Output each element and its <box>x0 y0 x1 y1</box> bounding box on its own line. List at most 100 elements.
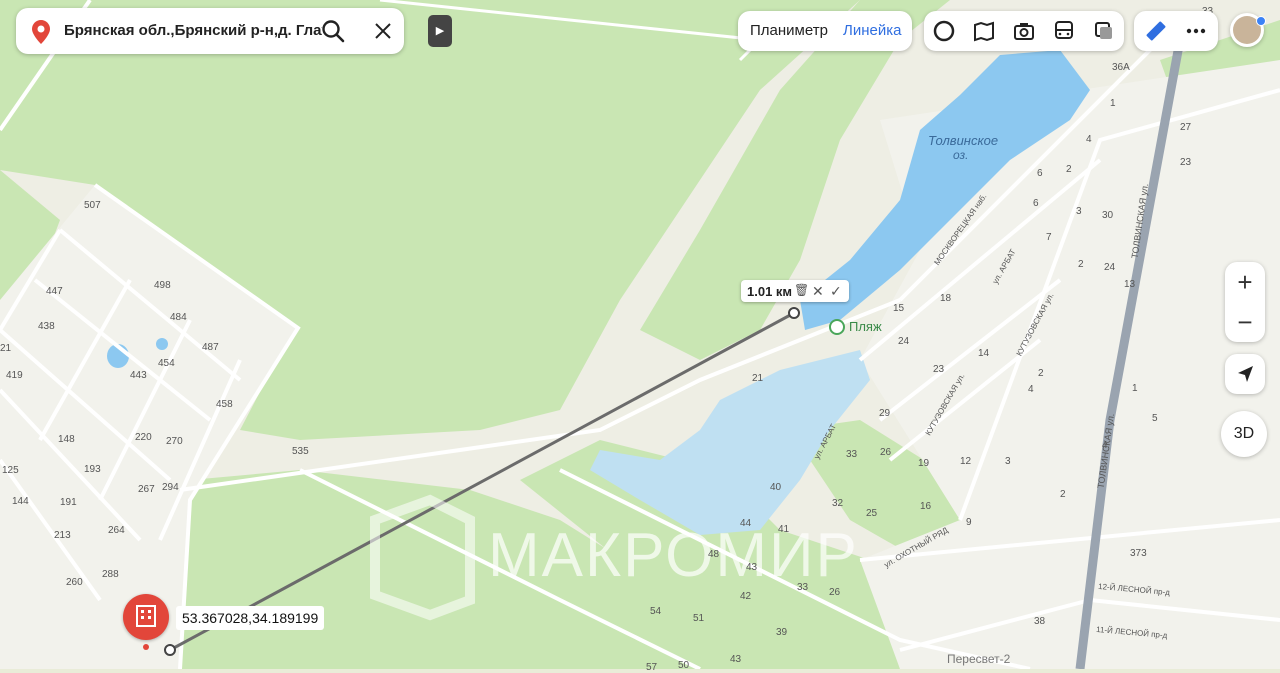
location-arrow-icon <box>1238 366 1253 382</box>
house-number: 9 <box>966 517 972 528</box>
house-number: 25 <box>866 508 878 519</box>
house-number: 535 <box>292 446 309 457</box>
zoom-controls: + − <box>1225 262 1265 342</box>
house-number: 6 <box>1037 168 1043 179</box>
close-icon[interactable]: ✕ <box>812 283 824 300</box>
measure-tools: Планиметр Линейка <box>738 11 912 51</box>
collapse-panel-button[interactable]: ▶ <box>428 15 452 47</box>
house-number: 1 <box>1110 98 1116 109</box>
house-number: 33 <box>797 582 809 593</box>
house-number: 33 <box>846 449 858 460</box>
house-number: 24 <box>1104 262 1116 273</box>
beach-icon[interactable] <box>829 319 845 335</box>
notification-dot <box>1256 16 1266 26</box>
house-number: 1 <box>1132 383 1138 394</box>
house-number: 18 <box>940 293 952 304</box>
house-number: 16 <box>920 501 932 512</box>
measure-distance: 1.01 км <box>747 284 793 299</box>
house-number: 4 <box>1028 384 1034 395</box>
zoom-in-button[interactable]: + <box>1225 262 1265 302</box>
house-number: 43 <box>730 654 742 665</box>
house-number: 36А <box>1112 62 1130 73</box>
search-icon[interactable] <box>320 18 346 44</box>
house-number: 438 <box>38 321 55 332</box>
extra-tools <box>1134 11 1218 51</box>
ruler-icon[interactable] <box>1144 19 1168 43</box>
house-number: 48 <box>708 549 720 560</box>
house-number: 125 <box>2 465 19 476</box>
more-icon[interactable] <box>1184 19 1208 43</box>
house-number: 13 <box>1124 279 1136 290</box>
house-number: 19 <box>918 458 930 469</box>
camera-icon[interactable] <box>1012 19 1036 43</box>
house-number: 267 <box>138 484 155 495</box>
district-label: Пересвет-2 <box>947 652 1011 666</box>
house-number: 260 <box>66 577 83 588</box>
house-number: 3 <box>1005 456 1011 467</box>
house-number: 487 <box>202 342 219 353</box>
beach-label[interactable]: Пляж <box>849 319 882 334</box>
house-number: 4 <box>1102 440 1108 451</box>
house-number: 21 <box>0 343 12 354</box>
house-number: 2 <box>1078 259 1084 270</box>
house-number: 40 <box>770 482 782 493</box>
planimeter-button[interactable]: Планиметр <box>750 22 828 39</box>
house-number: 6 <box>1033 198 1039 209</box>
house-number: 12 <box>960 456 972 467</box>
search-input[interactable]: Брянская обл.,Брянский р-н,д. Глаже <box>64 22 322 39</box>
lake-label-sub: оз. <box>953 148 969 162</box>
house-number: 2 <box>1060 489 1066 500</box>
house-number: 32 <box>832 498 844 509</box>
traffic-icon[interactable] <box>932 19 956 43</box>
house-number: 447 <box>46 286 63 297</box>
measurement-tooltip: 1.01 км 🗑 ✕ ✓ <box>741 280 849 302</box>
transit-icon[interactable] <box>1052 19 1076 43</box>
house-number: 23 <box>1180 157 1192 168</box>
measure-startpoint[interactable] <box>164 644 176 656</box>
measure-endpoint[interactable] <box>788 307 800 319</box>
house-number: 144 <box>12 496 29 507</box>
user-avatar[interactable] <box>1230 13 1266 47</box>
location-pin-icon <box>32 20 50 44</box>
pond <box>156 338 168 350</box>
house-number: 39 <box>776 627 788 638</box>
house-number: 26 <box>880 447 892 458</box>
coordinates-label[interactable]: 53.367028,34.189199 <box>176 606 324 630</box>
trash-icon[interactable]: 🗑 <box>794 283 809 297</box>
panorama-icon[interactable] <box>972 19 996 43</box>
lake-label: Толвинское <box>928 133 999 148</box>
house-number: 24 <box>898 336 910 347</box>
house-number: 27 <box>1180 122 1192 133</box>
house-number: 213 <box>54 530 71 541</box>
house-number: 15 <box>893 303 905 314</box>
house-number: 373 <box>1130 548 1147 559</box>
house-number: 23 <box>933 364 945 375</box>
house-number: 57 <box>646 662 658 673</box>
check-icon[interactable]: ✓ <box>830 283 842 300</box>
house-number: 21 <box>752 373 764 384</box>
house-number: 264 <box>108 525 125 536</box>
house-number: 26 <box>829 587 841 598</box>
house-number: 498 <box>154 280 171 291</box>
house-number: 458 <box>216 399 233 410</box>
my-location-button[interactable] <box>1225 354 1265 394</box>
3d-toggle-button[interactable]: 3D <box>1221 411 1267 457</box>
zoom-out-button[interactable]: − <box>1225 302 1265 342</box>
house-number: 270 <box>166 436 183 447</box>
house-number: 29 <box>879 408 891 419</box>
house-number: 44 <box>740 518 752 529</box>
house-number: 7 <box>1046 232 1052 243</box>
close-icon[interactable] <box>372 20 394 42</box>
house-number: 2 <box>1066 164 1072 175</box>
ruler-tool-button[interactable]: Линейка <box>843 22 901 39</box>
house-number: 484 <box>170 312 187 323</box>
building-marker[interactable] <box>123 594 169 650</box>
house-number: 419 <box>6 370 23 381</box>
building-icon <box>136 605 156 627</box>
house-number: 14 <box>978 348 990 359</box>
layers-icon[interactable] <box>1092 19 1116 43</box>
house-number: 41 <box>778 524 790 535</box>
house-number: 220 <box>135 432 152 443</box>
house-number: 443 <box>130 370 147 381</box>
house-number: 43 <box>746 562 758 573</box>
